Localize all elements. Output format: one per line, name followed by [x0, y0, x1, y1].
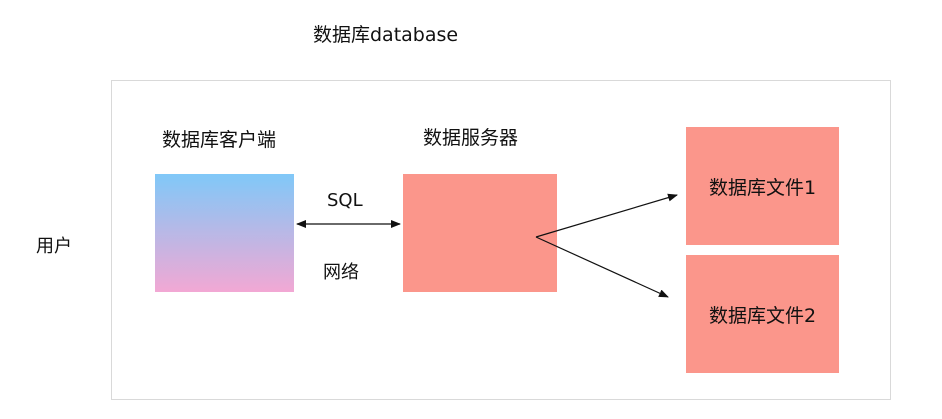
server-to-file-2-arrow	[535, 236, 669, 298]
server-to-file-1-arrow	[535, 193, 678, 238]
connectors	[296, 193, 678, 298]
